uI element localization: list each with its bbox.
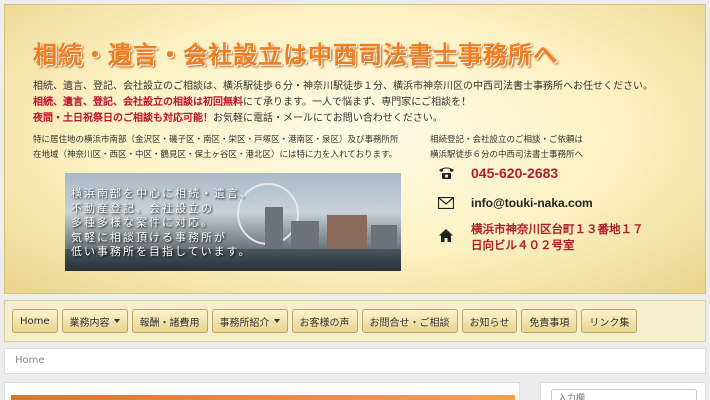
main-content-panel <box>4 382 520 400</box>
main-navigation: Home 業務内容 報酬・諸費用 事務所紹介 お客様の声 お問合せ・ご相談 お知… <box>4 300 706 342</box>
service-line-1: 相続登記・会社設立のご相談・ご依頼は <box>430 135 584 145</box>
office-address: 横浜市神奈川区台町１３番地１７ 日向ビル４０２号室 <box>471 222 644 252</box>
header-photo: 横浜南部を中心に相続・遺言、 不動産登記、会社設立の 多種多様な案件に対応。 気… <box>65 173 401 271</box>
email-row: info@touki-naka.com <box>437 195 593 211</box>
building-shape <box>291 221 319 251</box>
phone-row: 045-620-2683 <box>437 165 558 181</box>
photo-caption: 横浜南部を中心に相続・遺言、 不動産登記、会社設立の 多種多様な案件に対応。 気… <box>71 187 253 258</box>
email-address[interactable]: info@touki-naka.com <box>471 196 593 210</box>
phone-icon <box>437 165 455 181</box>
phone-number[interactable]: 045-620-2683 <box>471 165 558 181</box>
service-area-text: 特に居住地の横浜市南部（金沢区・磯子区・南区・栄区・戸塚区・港南区・泉区）及び事… <box>33 133 399 163</box>
building-shape <box>371 225 397 251</box>
intro-line-3-rest: お気軽に電話・メールにてお問い合わせください。 <box>213 113 443 124</box>
night-weekend-text: 夜間・土日祝祭日のご相談も対応可能！ <box>33 113 213 124</box>
nav-item-links[interactable]: リンク集 <box>581 309 638 333</box>
sidebar-panel <box>540 382 706 400</box>
address-row: 横浜市神奈川区台町１３番地１７ 日向ビル４０２号室 <box>437 221 644 253</box>
nav-item-services[interactable]: 業務内容 <box>61 309 128 333</box>
breadcrumb-current: Home <box>15 355 45 366</box>
service-line-2: 横浜駅徒歩６分の中西司法書士事務所へ <box>430 150 584 160</box>
building-shape <box>265 207 283 251</box>
nav-item-contact[interactable]: お問合せ・ご相談 <box>361 309 458 333</box>
free-consultation-text: 相続、遺言、登記、会社設立の相談は初回無料 <box>33 97 243 108</box>
breadcrumb: Home <box>4 348 706 374</box>
sidebar-search-input[interactable] <box>551 389 697 400</box>
nav-item-office[interactable]: 事務所紹介 <box>211 309 288 333</box>
nav-item-news[interactable]: お知らせ <box>461 309 518 333</box>
intro-line-3: 夜間・土日祝祭日のご相談も対応可能！お気軽に電話・メールにてお問い合わせください… <box>33 109 443 124</box>
service-contact-text: 相続登記・会社設立のご相談・ご依頼は 横浜駅徒歩６分の中西司法書士事務所へ <box>430 133 583 163</box>
building-shape <box>327 215 367 251</box>
nav-item-fees[interactable]: 報酬・諸費用 <box>131 309 208 333</box>
home-icon <box>437 227 455 243</box>
site-header: 相続・遺言・会社設立は中西司法書士事務所へ 相続、遺言、登記、会社設立のご相談は… <box>4 4 706 294</box>
caret-down-icon <box>113 319 120 323</box>
envelope-icon <box>437 195 455 211</box>
area-line-1: 特に居住地の横浜市南部（金沢区・磯子区・南区・栄区・戸塚区・港南区・泉区）及び事… <box>33 135 399 145</box>
content-heading-bar <box>11 395 515 400</box>
intro-line-1: 相続、遺言、登記、会社設立のご相談は、横浜駅徒歩６分・神奈川駅徒歩１分、横浜市神… <box>33 81 653 92</box>
nav-item-testimonials[interactable]: お客様の声 <box>291 309 358 333</box>
nav-item-disclaimer[interactable]: 免責事項 <box>521 309 578 333</box>
area-line-2: 在地域（神奈川区・西区・中区・鶴見区・保土ヶ谷区・港北区）には特に力を入れており… <box>33 150 398 160</box>
nav-item-home[interactable]: Home <box>12 309 58 333</box>
intro-line-2: 相続、遺言、登記、会社設立の相談は初回無料にて承ります。一人で悩まず、専門家にご… <box>33 93 471 108</box>
intro-line-2-rest: にて承ります。一人で悩まず、専門家にご相談を！ <box>243 97 472 108</box>
site-title[interactable]: 相続・遺言・会社設立は中西司法書士事務所へ <box>33 35 693 70</box>
caret-down-icon <box>273 319 280 323</box>
